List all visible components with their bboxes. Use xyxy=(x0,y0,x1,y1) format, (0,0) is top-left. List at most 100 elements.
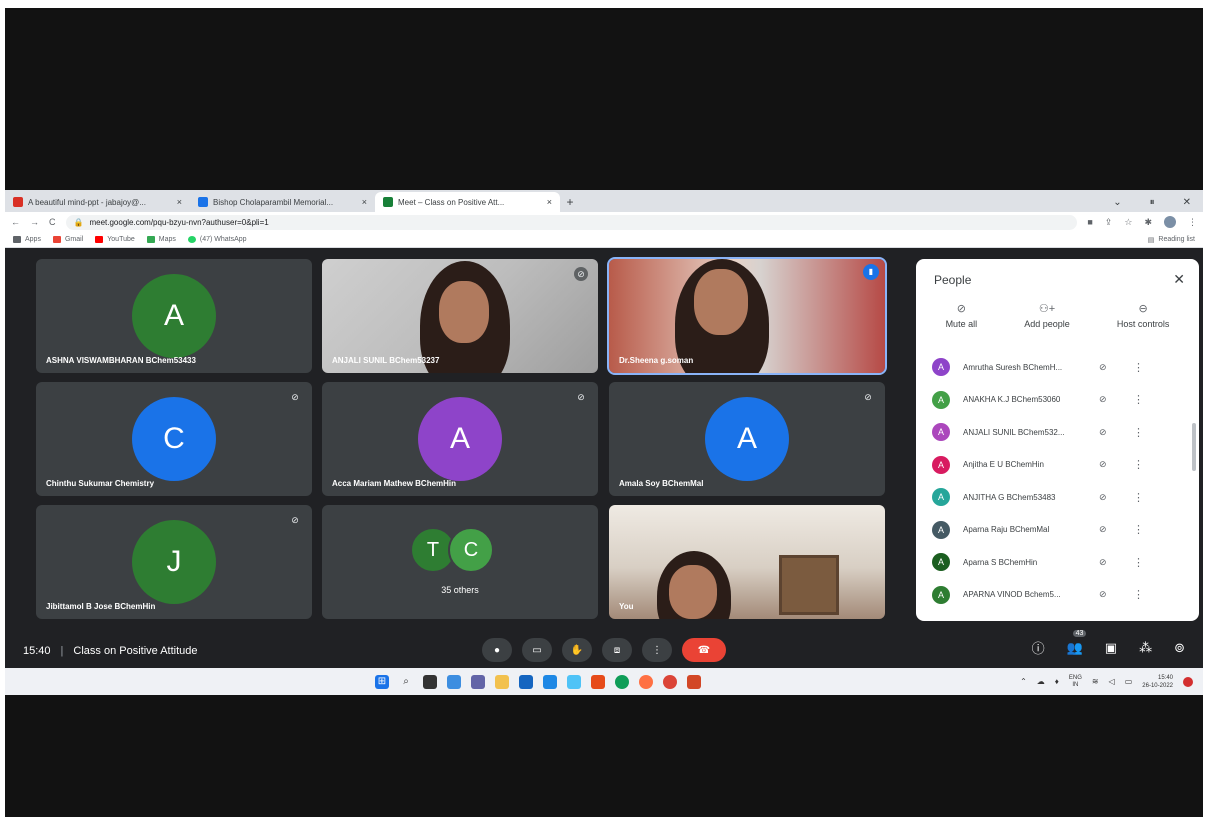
more-options-icon[interactable]: ⋮ xyxy=(1133,523,1144,536)
close-tab-icon[interactable]: × xyxy=(547,197,552,207)
forward-icon[interactable]: → xyxy=(30,217,39,227)
add-people-button[interactable]: ⚇+ Add people xyxy=(1024,302,1070,329)
present-button[interactable]: ⧈ xyxy=(602,638,632,662)
mic-off-icon[interactable]: ⊘ xyxy=(1099,492,1113,503)
more-options-icon[interactable]: ⋮ xyxy=(1133,361,1144,374)
chevron-up-icon[interactable]: ⌃ xyxy=(1020,677,1027,686)
cloud-icon[interactable]: ☁ xyxy=(1037,677,1045,686)
more-options-icon[interactable]: ⋮ xyxy=(1133,458,1144,471)
participant-tile[interactable]: A ⊘ Acca Mariam Mathew BChemHin xyxy=(322,382,598,496)
minimize-icon[interactable]: ⏸ xyxy=(1150,197,1155,208)
microphone-button[interactable]: ● xyxy=(482,638,512,662)
more-options-icon[interactable]: ⋮ xyxy=(1133,426,1144,439)
mic-off-icon[interactable]: ⊘ xyxy=(1099,589,1113,600)
mic-off-icon[interactable]: ⊘ xyxy=(1099,394,1113,405)
widgets-icon[interactable] xyxy=(447,674,461,689)
bookmark-gmail[interactable]: Gmail xyxy=(52,236,83,243)
volume-icon[interactable]: ◁ xyxy=(1109,677,1115,686)
share-icon[interactable]: ⇪ xyxy=(1105,217,1113,228)
clock[interactable]: 15:40 26-10-2022 xyxy=(1142,674,1173,690)
mic-off-icon[interactable]: ⊘ xyxy=(1099,459,1113,470)
list-item[interactable]: A ANJITHA G BChem53483 ⊘ ⋮ xyxy=(916,481,1199,514)
search-icon[interactable]: ⌕ xyxy=(399,675,413,689)
more-options-button[interactable]: ⋮ xyxy=(642,638,672,662)
language-indicator[interactable]: ENG IN xyxy=(1069,675,1082,689)
mic-off-icon[interactable]: ⊘ xyxy=(1099,524,1113,535)
notification-icon[interactable] xyxy=(1183,676,1193,687)
list-item[interactable]: A Aparna Raju BChemMal ⊘ ⋮ xyxy=(916,514,1199,547)
participant-video-tile[interactable]: ⊘ ANJALI SUNIL BChem53237 xyxy=(322,259,598,373)
self-video-tile[interactable]: You xyxy=(609,505,885,619)
edge-icon[interactable] xyxy=(615,674,629,689)
file-explorer-icon[interactable] xyxy=(495,674,509,689)
browser-tab-active[interactable]: Meet – Class on Positive Att... × xyxy=(375,192,560,212)
participant-tile[interactable]: A ASHNA VISWAMBHARAN BChem53433 xyxy=(36,259,312,373)
more-options-icon[interactable]: ⋮ xyxy=(1133,588,1144,601)
office-icon[interactable] xyxy=(591,674,605,689)
activities-button[interactable]: ⁂ xyxy=(1139,640,1152,656)
speaking-indicator-icon: ▮ xyxy=(863,264,879,280)
teams-chat-icon[interactable] xyxy=(471,674,485,689)
raise-hand-button[interactable]: ✋ xyxy=(562,638,592,662)
mail-icon[interactable] xyxy=(543,674,557,689)
camera-icon[interactable]: ■ xyxy=(1087,217,1092,227)
wifi-icon[interactable]: ≋ xyxy=(1092,677,1099,686)
reload-icon[interactable]: C xyxy=(49,217,56,227)
meeting-details-button[interactable]: ⓘ xyxy=(1032,638,1045,657)
chat-icon: ▣ xyxy=(1104,639,1118,655)
browser-tab[interactable]: Bishop Cholaparambil Memorial... × xyxy=(190,192,375,212)
star-icon[interactable]: ☆ xyxy=(1124,217,1132,228)
camera-button[interactable]: ▭ xyxy=(522,638,552,662)
participant-video-tile[interactable]: ▮ Dr.Sheena g.soman xyxy=(607,257,887,375)
powerpoint-icon[interactable] xyxy=(687,674,701,689)
store-icon[interactable] xyxy=(519,674,533,689)
battery-icon[interactable]: ▭ xyxy=(1125,677,1133,686)
firefox-icon[interactable] xyxy=(639,674,653,689)
start-icon[interactable]: ⊞ xyxy=(375,674,389,689)
tab-search-icon[interactable]: ⌄ xyxy=(1113,197,1121,208)
new-tab-button[interactable]: + xyxy=(560,192,580,212)
photos-icon[interactable] xyxy=(567,674,581,689)
list-item[interactable]: A ANJALI SUNIL BChem532... ⊘ ⋮ xyxy=(916,416,1199,449)
list-item[interactable]: A Aparna S BChemHin ⊘ ⋮ xyxy=(916,546,1199,579)
bookmark-youtube[interactable]: YouTube xyxy=(95,236,135,243)
close-window-icon[interactable]: ✕ xyxy=(1183,197,1191,208)
list-item[interactable]: A Anjitha E U BChemHin ⊘ ⋮ xyxy=(916,449,1199,482)
mic-off-icon[interactable]: ⊘ xyxy=(1099,427,1113,438)
participant-tile[interactable]: A ⊘ Amala Soy BChemMal xyxy=(609,382,885,496)
participant-tile[interactable]: J ⊘ Jibittamol B Jose BChemHin xyxy=(36,505,312,619)
more-options-icon[interactable]: ⋮ xyxy=(1133,556,1144,569)
list-item[interactable]: A Amrutha Suresh BChemH... ⊘ ⋮ xyxy=(916,351,1199,384)
task-view-icon[interactable] xyxy=(423,674,437,689)
leave-call-button[interactable]: ☎ xyxy=(682,638,726,662)
mic-off-icon[interactable]: ⊘ xyxy=(1099,362,1113,373)
others-tile[interactable]: T C 35 others xyxy=(322,505,598,619)
people-button[interactable]: 👥 43 xyxy=(1067,629,1087,656)
more-options-icon[interactable]: ⋮ xyxy=(1133,491,1144,504)
menu-icon[interactable]: ⋮ xyxy=(1188,217,1197,228)
list-item[interactable]: A ANAKHA K.J BChem53060 ⊘ ⋮ xyxy=(916,384,1199,417)
security-icon[interactable]: ♦ xyxy=(1055,677,1059,686)
chat-button[interactable]: ▣ xyxy=(1105,640,1117,656)
address-bar[interactable]: 🔒 meet.google.com/pqu-bzyu-nvn?authuser=… xyxy=(65,214,1078,230)
mute-all-button[interactable]: ⊘ Mute all xyxy=(946,302,978,329)
host-controls-toolbar-button[interactable]: ⊚ xyxy=(1174,640,1185,656)
bookmark-maps[interactable]: Maps xyxy=(146,236,176,243)
host-controls-button[interactable]: ⊖ Host controls xyxy=(1117,302,1170,329)
chrome-icon[interactable] xyxy=(663,674,677,689)
close-tab-icon[interactable]: × xyxy=(362,197,367,207)
bookmark-whatsapp[interactable]: (47) WhatsApp xyxy=(187,236,247,243)
profile-avatar[interactable] xyxy=(1164,216,1176,228)
mic-off-icon[interactable]: ⊘ xyxy=(1099,557,1113,568)
participant-tile[interactable]: C ⊘ Chinthu Sukumar Chemistry xyxy=(36,382,312,496)
reading-list[interactable]: ▤ Reading list xyxy=(1148,236,1195,244)
close-tab-icon[interactable]: × xyxy=(177,197,182,207)
extensions-icon[interactable]: ✱ xyxy=(1144,217,1152,228)
list-item[interactable]: A APARNA VINOD Bchem5... ⊘ ⋮ xyxy=(916,579,1199,612)
more-options-icon[interactable]: ⋮ xyxy=(1133,393,1144,406)
back-icon[interactable]: ← xyxy=(11,217,20,227)
close-icon[interactable]: ✕ xyxy=(1173,271,1185,288)
browser-tab[interactable]: A beautiful mind-ppt - jabajoy@... × xyxy=(5,192,190,212)
bookmark-apps[interactable]: Apps xyxy=(13,236,41,243)
scrollbar[interactable] xyxy=(1192,423,1196,471)
